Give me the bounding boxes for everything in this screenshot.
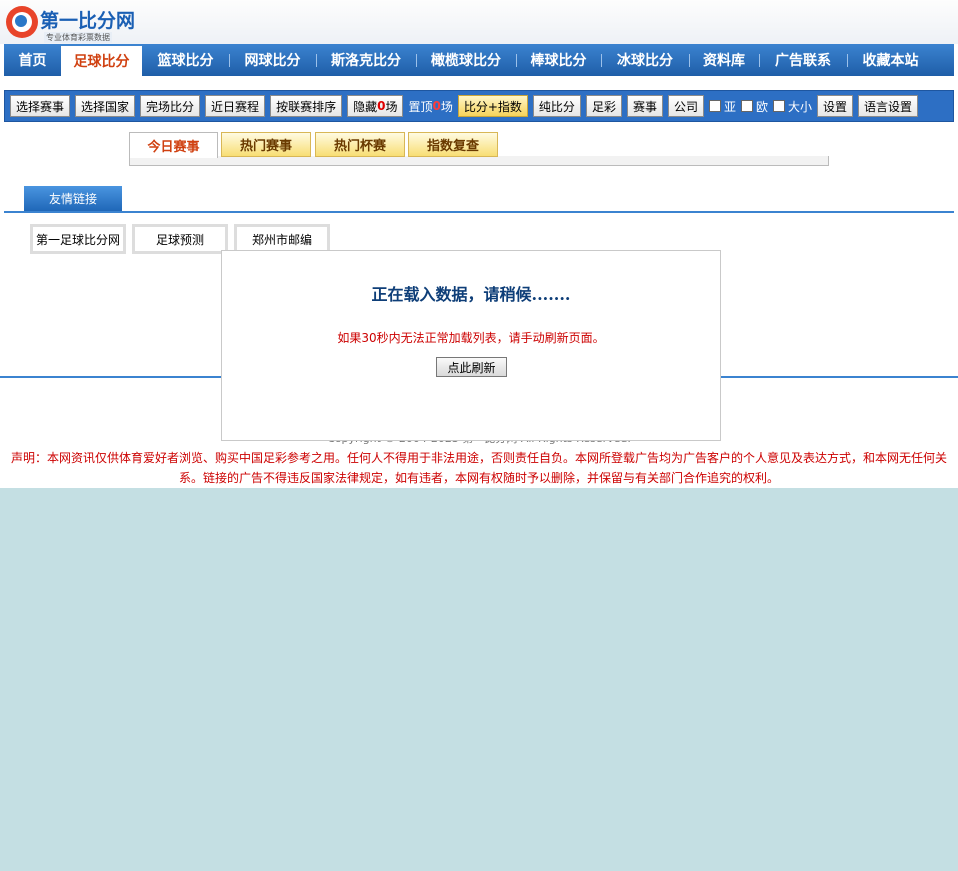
over-under-checkbox-box[interactable] [773,100,786,112]
nav-snooker-score[interactable]: 斯洛克比分 [316,44,416,76]
settings-button[interactable]: 设置 [817,95,854,117]
nav-baseball-score[interactable]: 棒球比分 [516,44,601,76]
tabs-bar [129,156,829,166]
site-logo[interactable]: 第一比分网 专业体育彩票数据 [4,4,140,44]
logo-subtitle: 专业体育彩票数据 [44,32,112,43]
matches-button[interactable]: 赛事 [626,95,663,117]
sort-by-league-button[interactable]: 按联赛排序 [270,95,343,117]
friend-links-divider [4,211,954,213]
pinned-count: 0 [432,99,441,113]
toolbar: 选择赛事 选择国家 完场比分 近日赛程 按联赛排序 隐藏 0 场 置顶 0 场 比分+指… [4,90,954,122]
language-settings-button[interactable]: 语言设置 [858,95,919,117]
tab-today[interactable]: 今日赛事 [129,132,218,158]
tab-hot-matches[interactable]: 热门赛事 [221,132,311,157]
score-odds-button[interactable]: 比分+指数 [457,95,528,117]
hidden-count: 0 [377,99,386,113]
select-league-button[interactable]: 选择赛事 [10,95,71,117]
nav-bookmark[interactable]: 收藏本站 [847,44,934,76]
nav-football-score[interactable]: 足球比分 [61,44,142,76]
euro-label: 欧 [756,99,769,114]
nav-rugby-score[interactable]: 橄榄球比分 [416,44,516,76]
hidden-matches-button[interactable]: 隐藏 0 场 [347,95,404,117]
recent-schedule-button[interactable]: 近日赛程 [205,95,266,117]
nav-home[interactable]: 首页 [4,44,61,76]
logo-face [15,15,27,27]
loading-title: 正在载入数据，请稍候....... [371,285,571,304]
asia-checkbox[interactable]: 亚 [708,98,736,115]
friend-link-2[interactable]: 足球预测 [132,224,228,254]
loading-dialog: 正在载入数据，请稍候....... 如果30秒内无法正常加载列表，请手动刷新页面… [221,250,721,441]
nav-icehockey-score[interactable]: 冰球比分 [601,44,689,76]
disclaimer: 声明：本网资讯仅供体育爱好者浏览、购买中国足彩参考之用。任何人不得用于非法用途，… [10,451,947,485]
pinned-matches[interactable]: 置顶 0 场 [408,98,452,115]
pure-score-button[interactable]: 纯比分 [532,95,581,117]
header: 第一比分网 专业体育彩票数据 [0,0,958,44]
friend-link-1[interactable]: 第一足球比分网 [30,224,126,254]
asia-checkbox-box[interactable] [708,100,721,112]
match-tabs: 今日赛事 热门赛事 热门杯赛 指数复查 [129,132,829,166]
select-country-button[interactable]: 选择国家 [75,95,136,117]
logo-title: 第一比分网 [40,10,136,32]
nav-ad-contact[interactable]: 广告联系 [759,44,847,76]
over-under-checkbox[interactable]: 大小 [773,98,812,115]
refresh-button[interactable]: 点此刷新 [436,357,507,377]
euro-checkbox[interactable]: 欧 [741,98,768,115]
loading-message: 如果30秒内无法正常加载列表，请手动刷新页面。 [337,331,605,345]
tab-hot-cups[interactable]: 热门杯赛 [315,132,405,157]
main-nav: 首页 足球比分 篮球比分 网球比分 斯洛克比分 橄榄球比分 棒球比分 冰球比分 … [4,44,954,76]
nav-database[interactable]: 资料库 [689,44,759,76]
friend-links-tab[interactable]: 友情链接 [24,186,122,211]
over-under-label: 大小 [788,99,813,114]
nav-tennis-score[interactable]: 网球比分 [229,44,316,76]
hidden-label: 隐藏 [353,99,378,114]
tab-odds-review[interactable]: 指数复查 [408,132,498,157]
pinned-suffix: 场 [440,99,453,114]
page: 第一比分网 专业体育彩票数据 首页 足球比分 篮球比分 网球比分 斯洛克比分 橄… [0,0,958,488]
finished-score-button[interactable]: 完场比分 [140,95,201,117]
hidden-suffix: 场 [385,99,398,114]
pinned-label: 置顶 [408,99,433,114]
euro-checkbox-box[interactable] [741,100,753,112]
nav-basketball-score[interactable]: 篮球比分 [142,44,229,76]
company-button[interactable]: 公司 [667,95,704,117]
asia-label: 亚 [723,99,736,114]
lottery-button[interactable]: 足彩 [585,95,622,117]
